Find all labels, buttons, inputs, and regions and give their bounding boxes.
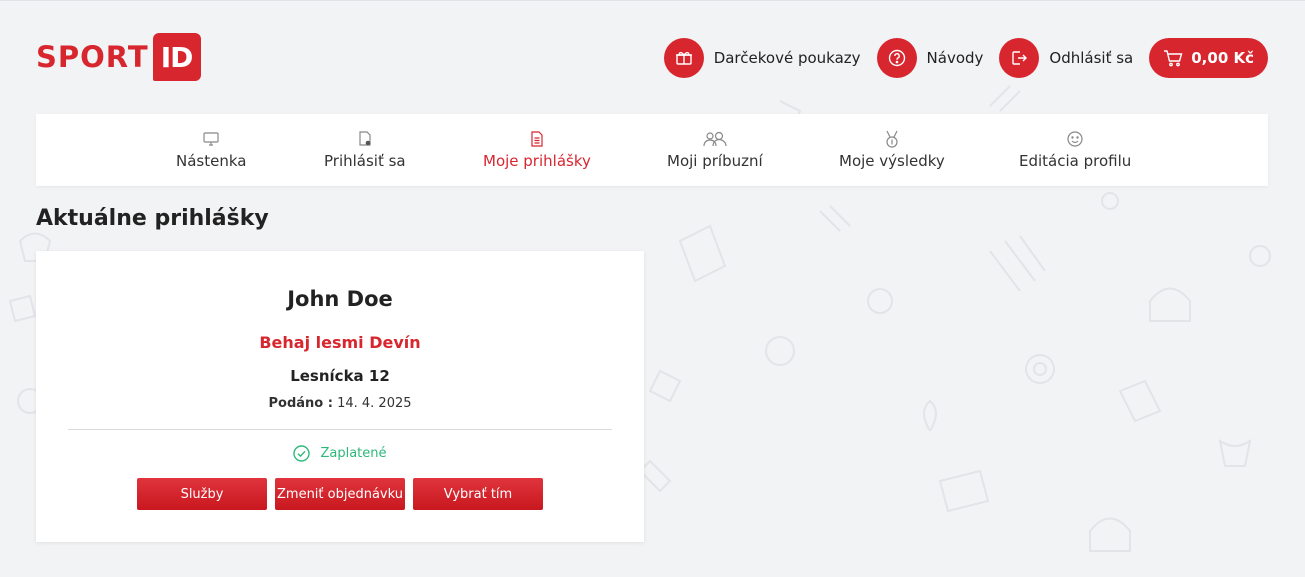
registration-card: John Doe Behaj lesmi Devín Lesnícka 12 P…: [36, 251, 644, 542]
choose-team-button[interactable]: Vybrať tím: [413, 478, 543, 510]
document-list-icon: [530, 130, 544, 148]
document-add-icon: [358, 130, 372, 148]
guides-label: Návody: [926, 49, 984, 67]
payment-status: Zaplatené: [36, 445, 644, 462]
smiley-icon: [1067, 130, 1083, 148]
cart-button[interactable]: 0,00 Kč: [1149, 38, 1268, 78]
tab-my-results-label: Moje výsledky: [839, 152, 945, 170]
tab-dashboard-label: Nástenka: [176, 152, 247, 170]
monitor-icon: [203, 130, 219, 148]
medal-icon: [884, 130, 900, 148]
tab-my-results[interactable]: Moje výsledky: [839, 114, 945, 186]
header-actions: Darčekové poukazy Návody Odhlásiť sa 0,0…: [648, 38, 1268, 78]
tab-register[interactable]: Prihlásiť sa: [324, 114, 406, 186]
tab-edit-profile-label: Editácia profilu: [1019, 152, 1132, 170]
users-icon: [702, 130, 728, 148]
tab-my-relatives-label: Moji príbuzní: [667, 152, 763, 170]
tab-my-registrations-label: Moje prihlášky: [483, 152, 591, 170]
submitted-date: Podáno : 14. 4. 2025: [36, 396, 644, 411]
logout-link[interactable]: Odhlásiť sa: [999, 38, 1133, 78]
cart-total: 0,00 Kč: [1191, 49, 1254, 67]
logout-label: Odhlásiť sa: [1049, 49, 1134, 67]
gift-vouchers-label: Darčekové poukazy: [713, 49, 861, 67]
logo-sport-text: SPORT: [36, 40, 149, 74]
help-icon: [876, 38, 917, 78]
tab-edit-profile[interactable]: Editácia profilu: [1019, 114, 1131, 186]
submitted-date-value: 14. 4. 2025: [337, 396, 412, 411]
guides-link[interactable]: Návody: [876, 38, 984, 78]
participant-name: John Doe: [287, 287, 393, 311]
page-title: Aktuálne prihlášky: [36, 206, 269, 231]
logo-id-badge: ID: [152, 33, 201, 81]
services-button[interactable]: Služby: [137, 478, 267, 510]
race-name: Lesnícka 12: [290, 367, 390, 385]
tab-dashboard[interactable]: Nástenka: [176, 114, 246, 186]
profile-nav: Nástenka Prihlásiť sa Moje prihlášky Moj…: [36, 114, 1268, 186]
submitted-date-label: Podáno :: [268, 396, 333, 411]
tab-register-label: Prihlásiť sa: [324, 152, 406, 170]
tab-my-relatives[interactable]: Moji príbuzní: [667, 114, 763, 186]
event-name[interactable]: Behaj lesmi Devín: [36, 333, 644, 352]
cart-icon: [1164, 50, 1183, 67]
check-circle-icon: [293, 445, 311, 462]
change-order-button[interactable]: Zmeniť objednávku: [275, 478, 405, 510]
logout-icon: [999, 38, 1040, 78]
payment-status-label: Zaplatené: [320, 446, 387, 461]
tab-my-registrations[interactable]: Moje prihlášky: [483, 114, 591, 186]
sportid-logo[interactable]: SPORT ID: [36, 33, 201, 81]
card-divider: [68, 429, 612, 430]
gift-vouchers-link[interactable]: Darčekové poukazy: [663, 38, 861, 78]
card-actions: Služby Zmeniť objednávku Vybrať tím: [36, 478, 644, 510]
gift-card-icon: [663, 38, 704, 78]
